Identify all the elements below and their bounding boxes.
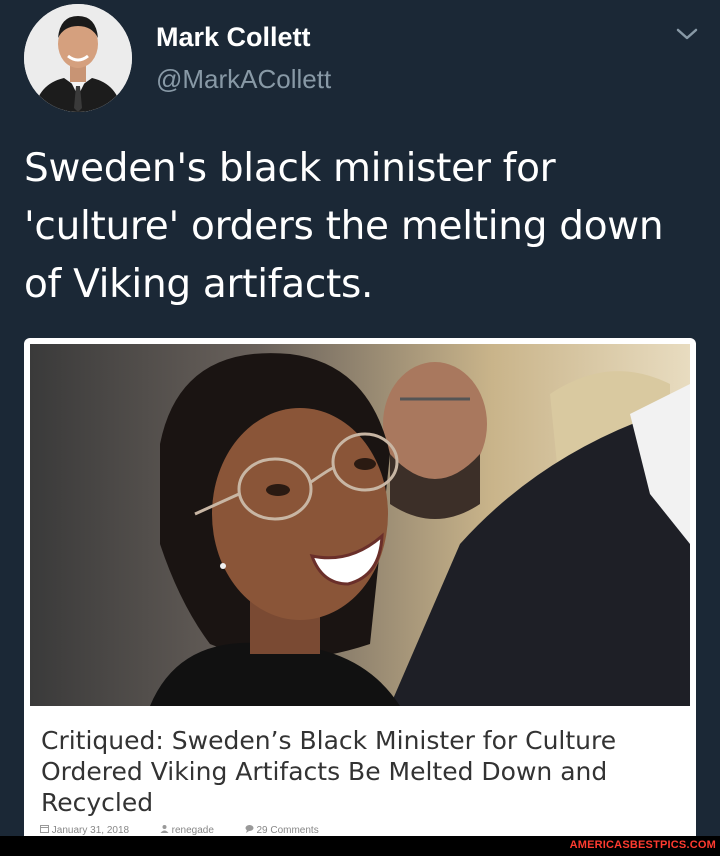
link-card[interactable]: Critiqued: Sweden’s Black Minister for C…	[24, 338, 696, 836]
user-handle[interactable]: @MarkACollett	[156, 64, 331, 95]
user-icon	[160, 825, 169, 833]
avatar[interactable]	[24, 4, 132, 112]
post-comments: 29 Comments	[245, 825, 333, 836]
tweet-text: Sweden's black minister for 'culture' or…	[24, 146, 664, 307]
post-author-text: renegade	[171, 825, 214, 836]
post-author: renegade	[160, 825, 231, 836]
post-date-text: January 31, 2018	[51, 825, 130, 836]
card-title[interactable]: Critiqued: Sweden’s Black Minister for C…	[41, 725, 681, 818]
comment-icon	[245, 825, 254, 833]
watermark: AMERICASBESTPICS.COM	[569, 839, 716, 851]
card-meta: January 31, 2018 renegade 29 Comments	[40, 824, 347, 836]
post-date: January 31, 2018	[40, 825, 146, 836]
calendar-icon	[40, 825, 49, 833]
tweet: Mark Collett @MarkACollett Sweden's blac…	[0, 0, 720, 836]
card-image[interactable]	[30, 344, 690, 706]
user-name[interactable]: Mark Collett	[156, 22, 311, 53]
post-comments-text: 29 Comments	[256, 825, 319, 836]
chevron-down-icon[interactable]	[674, 24, 700, 44]
footer-bar: AMERICASBESTPICS.COM	[0, 836, 720, 856]
